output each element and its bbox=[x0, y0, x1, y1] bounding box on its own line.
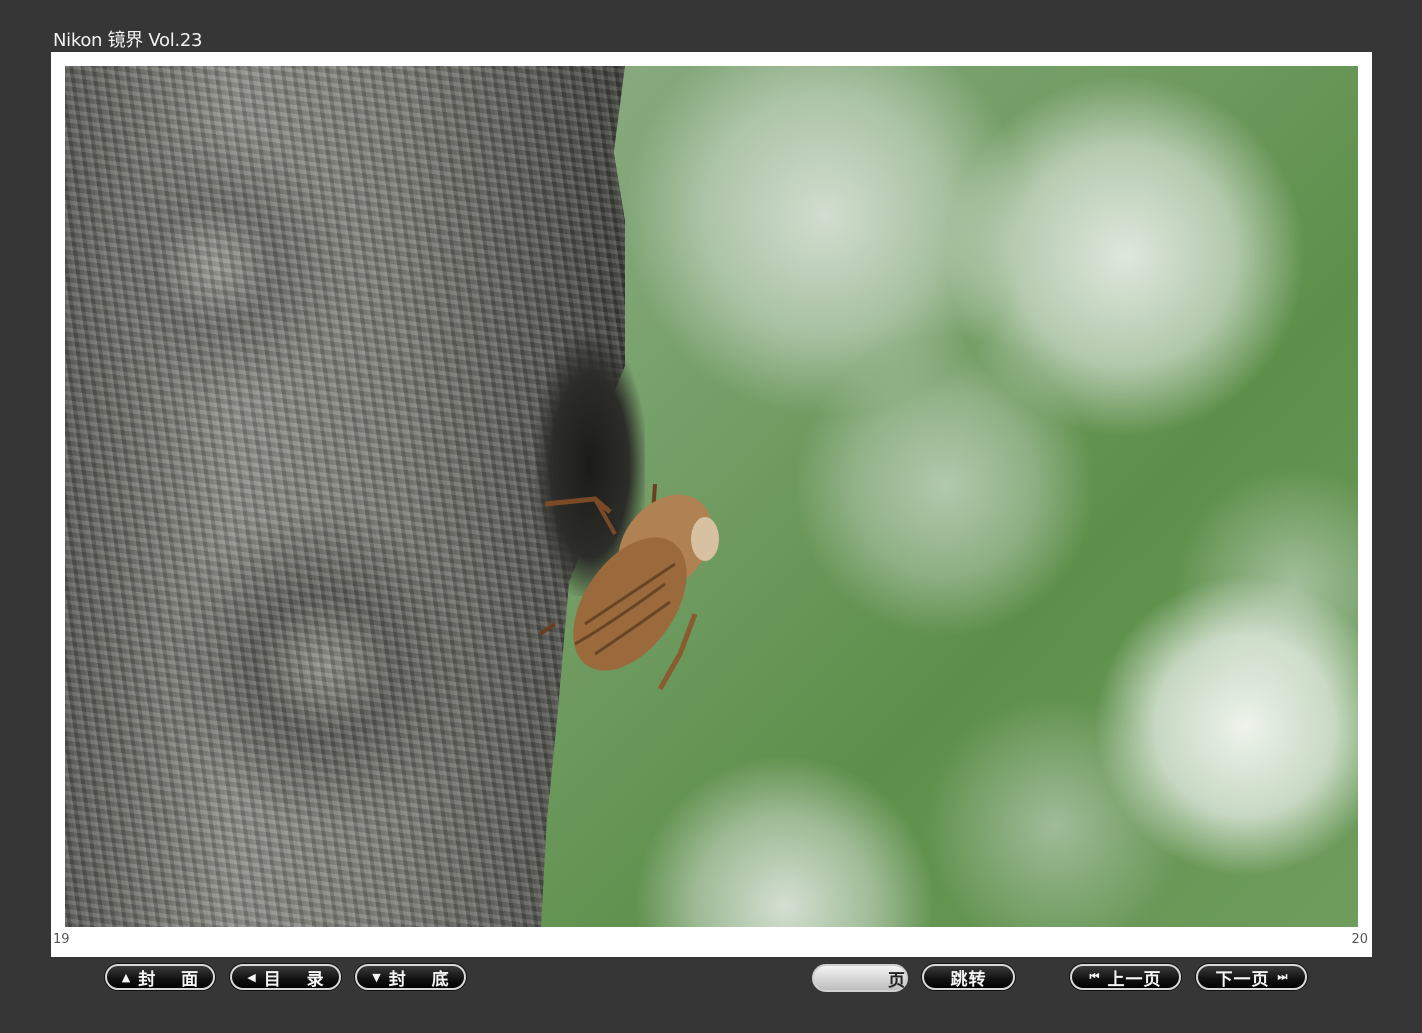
jump-button-label: 跳转 bbox=[950, 969, 987, 990]
cover-button[interactable]: ▲ 封 面 bbox=[105, 964, 215, 990]
magazine-title: Nikon 镜界 Vol.23 bbox=[53, 30, 203, 51]
triangle-left-icon: ◀ bbox=[247, 970, 256, 984]
page-number-input[interactable] bbox=[820, 967, 884, 989]
cicada-photo bbox=[65, 66, 1358, 927]
cicada-shell-image bbox=[538, 484, 719, 691]
contents-button-label: 目 录 bbox=[263, 969, 334, 990]
previous-page-label: 上一页 bbox=[1107, 969, 1162, 990]
triangle-up-icon: ▲ bbox=[121, 970, 131, 984]
previous-page-button[interactable]: ⏮ 上一页 bbox=[1070, 964, 1181, 990]
skip-forward-icon: ⏭ bbox=[1277, 970, 1288, 983]
page-spread: 19 20 bbox=[51, 52, 1372, 957]
cover-button-label: 封 面 bbox=[138, 969, 209, 990]
page-number-field: 页 bbox=[812, 964, 908, 992]
next-page-button[interactable]: 下一页 ⏭ bbox=[1196, 964, 1307, 990]
back-cover-button[interactable]: ▼ 封 底 bbox=[355, 964, 466, 990]
next-page-label: 下一页 bbox=[1215, 969, 1270, 990]
jump-button[interactable]: 跳转 bbox=[922, 964, 1015, 990]
page-suffix-label: 页 bbox=[888, 970, 905, 991]
back-cover-button-label: 封 底 bbox=[388, 969, 459, 990]
skip-back-icon: ⏮ bbox=[1089, 970, 1100, 983]
left-page-number: 19 bbox=[53, 932, 70, 947]
triangle-down-icon: ▼ bbox=[372, 970, 381, 984]
right-page-number: 20 bbox=[1351, 932, 1368, 947]
contents-button[interactable]: ◀ 目 录 bbox=[230, 964, 341, 990]
